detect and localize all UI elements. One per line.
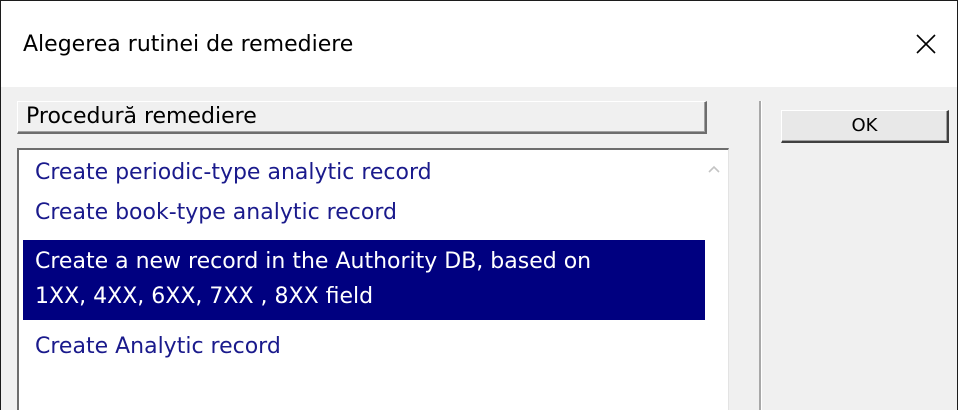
dialog-content: Procedură remediere Create periodic-type… (1, 87, 957, 410)
ok-button[interactable]: OK (781, 110, 949, 143)
scroll-up-button[interactable] (706, 160, 722, 173)
close-button[interactable] (901, 17, 951, 71)
procedure-listbox[interactable]: Create periodic-type analytic record Cre… (17, 148, 729, 410)
list-item-label: Create a new record in the Authority DB,… (35, 249, 592, 274)
panel-divider (759, 101, 762, 410)
column-header[interactable]: Procedură remediere (17, 101, 707, 134)
list-item-label: Create Analytic record (35, 334, 281, 359)
dialog-window: Alegerea rutinei de remediere Procedură … (0, 0, 958, 410)
list-item[interactable]: Create periodic-type analytic record (23, 156, 705, 189)
list-item-label: Create periodic-type analytic record (35, 160, 432, 185)
list-item[interactable]: Create book-type analytic record (23, 196, 705, 229)
close-icon (916, 34, 936, 54)
dialog-title: Alegerea rutinei de remediere (23, 32, 354, 57)
list-item-label-line2: 1XX, 4XX, 6XX, 7XX , 8XX field (35, 284, 374, 309)
list-item-label: Create book-type analytic record (35, 200, 397, 225)
list-item[interactable]: Create Analytic record (23, 330, 705, 363)
title-bar: Alegerea rutinei de remediere (1, 1, 957, 87)
chevron-up-icon (708, 165, 720, 173)
list-item-selected[interactable]: Create a new record in the Authority DB,… (23, 240, 705, 320)
